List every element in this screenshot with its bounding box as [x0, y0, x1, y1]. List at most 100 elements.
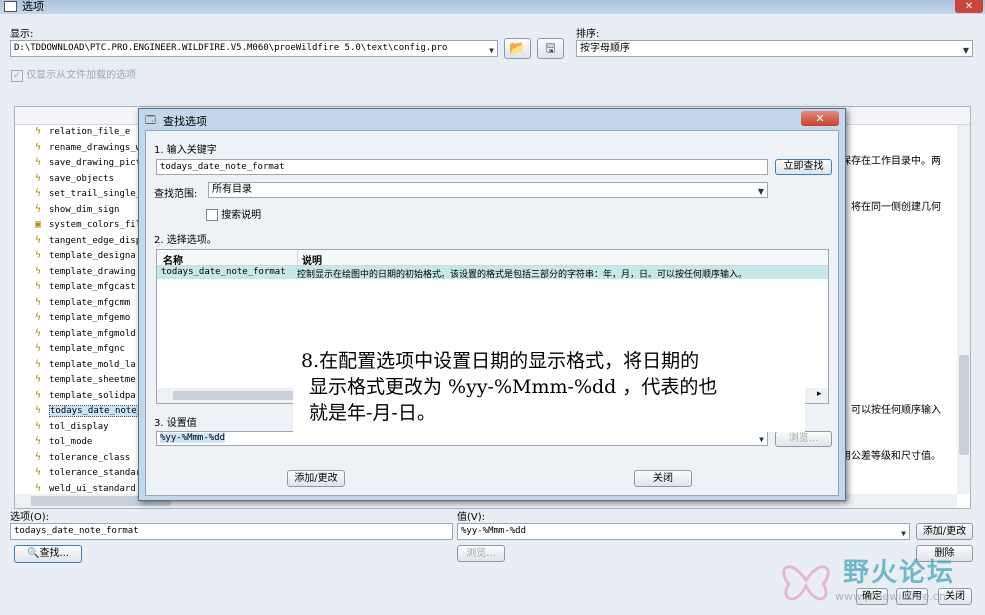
lightning-icon: ϟ [35, 312, 42, 323]
lightning-icon: ϟ [35, 250, 42, 261]
option-input-value: todays_date_note_format [14, 526, 139, 536]
lightning-icon: ϟ [35, 281, 42, 292]
find-options-dialog: 🗔 查找选项 ✕ 1. 输入关键字 todays_date_note_forma… [138, 108, 846, 501]
find-button-label: 查找... [39, 548, 69, 559]
save-icon: 🖫 [545, 41, 556, 55]
results-header: 名称 说明 [157, 250, 828, 267]
tree-item[interactable]: ϟ relation_file_e [35, 124, 130, 139]
scroll-right-icon[interactable]: ▸ [817, 389, 822, 399]
checkbox-checked-icon: ✓ [11, 70, 23, 82]
tree-item[interactable]: ϟ template_mfgmold [35, 326, 136, 341]
tree-item[interactable]: ϟ tol_mode [35, 434, 92, 449]
watermark-url: www.proewildfire.cn [835, 590, 946, 603]
lightning-icon: ϟ [35, 203, 42, 215]
dialog-close-button[interactable]: ✕ [801, 111, 839, 126]
folder-open-icon: 📂 [509, 41, 526, 56]
lightning-icon: ϟ [35, 467, 42, 478]
tree-item[interactable]: ϟ set_trail_single_ [35, 186, 141, 201]
tree-item-label: template_mfgnc [49, 344, 125, 354]
save-file-button[interactable]: 🖫 [537, 38, 564, 59]
tree-item[interactable]: ϟ tol_display [35, 419, 109, 434]
search-desc-checkbox[interactable]: 搜索说明 [206, 206, 261, 221]
lightning-icon: ϟ [35, 389, 42, 401]
lightning-icon: ϟ [35, 234, 42, 246]
chevron-down-icon: ▼ [489, 46, 494, 55]
sort-value: 按字母顺序 [580, 43, 630, 54]
tree-item[interactable]: ϟ template_drawing [35, 264, 136, 279]
tree-item[interactable]: ϟ todays_date_note_ [35, 403, 144, 418]
dialog-add-change-button[interactable]: 添加/更改 [287, 470, 345, 487]
close-window-button[interactable]: ✕ [955, 0, 983, 13]
tree-item-label: template_mfgcast [49, 282, 136, 292]
browse-button[interactable]: 浏览... [457, 545, 505, 562]
butterfly-logo-icon [782, 565, 830, 601]
tree-item[interactable]: ϟ tolerance_class [35, 450, 130, 465]
tree-item-label: tol_display [49, 421, 109, 432]
col-desc: 说明 [302, 256, 322, 267]
annotation-line-1: 8.在配置选项中设置日期的显示格式，将日期的 [301, 350, 700, 372]
tree-item[interactable]: ϟ template_mfgemo [35, 310, 130, 325]
option-label: 选项(O): [10, 512, 50, 523]
find-button[interactable]: 🔍查找... [14, 545, 82, 563]
lightning-icon: ϟ [35, 172, 42, 184]
chevron-down-icon: ▼ [962, 46, 969, 55]
tree-desc-3: 。可以按任何顺序输入 [841, 405, 941, 416]
value-input[interactable]: %yy-%Mmm-%dd ▼ [457, 523, 910, 540]
tree-item[interactable]: ▣ system_colors_fil [35, 217, 141, 232]
tree-item-label: template_mfgemo [49, 313, 131, 323]
tree-item[interactable]: ϟ template_mfgcmm [35, 295, 130, 310]
watermark: 野火论坛 www.proewildfire.cn [775, 550, 980, 610]
tree-item[interactable]: ϟ template_mfgcast [35, 279, 136, 294]
keyword-input[interactable]: todays_date_note_format [156, 159, 768, 175]
tree-item[interactable]: ϟ tangent_edge_disp [35, 233, 141, 248]
dialog-close-btn[interactable]: 关闭 [634, 470, 692, 487]
lightning-icon: ϟ [35, 141, 42, 153]
tree-item[interactable]: ϟ tolerance_standar [35, 465, 141, 480]
tree-item-label: template_solidpa [49, 390, 136, 401]
tree-item[interactable]: ϟ template_designa [35, 248, 136, 263]
tree-item[interactable]: ϟ template_mfgnc [35, 341, 125, 356]
only-loaded-label: 仅显示从文件加载的选项 [26, 70, 137, 81]
set-value-input[interactable]: %yy-%Mmm-%dd ▼ [156, 431, 768, 446]
open-file-button[interactable]: 📂 [504, 38, 531, 59]
tree-item[interactable]: ϟ save_drawing_pict [35, 155, 141, 170]
tree-item-label: template_drawing [49, 266, 136, 277]
step2-label: 2. 选择选项。 [154, 235, 217, 246]
dialog-browse-button[interactable]: 浏览... [775, 431, 832, 447]
checkbox-icon [206, 209, 218, 221]
tree-item-label: set_trail_single_ [49, 189, 142, 199]
scope-select[interactable]: 所有目录 ▼ [208, 182, 768, 198]
dialog-icon: 🗔 [145, 115, 156, 126]
tree-item[interactable]: ϟ template_mold_la [35, 357, 136, 372]
tree-item-label: tol_mode [49, 437, 93, 447]
chevron-down-icon: ▼ [757, 187, 764, 196]
tree-item[interactable]: ϟ save_objects [35, 171, 114, 186]
lightning-icon: ϟ [35, 157, 42, 168]
tree-item[interactable]: ϟ template_solidpa [35, 388, 136, 403]
dialog-title: 查找选项 [163, 115, 207, 128]
step1-label: 1. 输入关键字 [154, 145, 217, 156]
option-input[interactable]: todays_date_note_format [10, 523, 453, 540]
lightning-icon: ϟ [35, 436, 42, 447]
table-row[interactable]: todays_date_note_format 控制显示在绘图中的日期的初始格式… [157, 266, 828, 280]
tree-vscroll-thumb[interactable] [959, 355, 969, 455]
tree-item-label: tolerance_standar [49, 468, 142, 478]
config-path-select[interactable]: D:\TDDOWNLOAD\PTC.PRO.ENGINEER.WILDFIRE.… [10, 40, 498, 57]
only-loaded-checkbox[interactable]: ✓ 仅显示从文件加载的选项 [11, 66, 136, 82]
add-change-button[interactable]: 添加/更改 [916, 523, 973, 540]
tree-item[interactable]: ϟ show_dim_sign [35, 202, 119, 217]
tree-desc-2: ，将在同一侧创建几何 [841, 202, 941, 213]
dialog-body: 1. 输入关键字 todays_date_note_format 立即查找 查找… [145, 130, 839, 496]
tree-item-label: tolerance_class [49, 452, 131, 463]
find-now-button[interactable]: 立即查找 [775, 159, 832, 175]
watermark-text: 野火论坛 [843, 558, 956, 588]
tree-vscrollbar[interactable] [957, 125, 970, 494]
tree-item[interactable]: ϟ template_sheetme [35, 372, 136, 387]
show-label: 显示: [10, 29, 34, 40]
tree-item-label: show_dim_sign [49, 204, 120, 215]
sort-select[interactable]: 按字母顺序 ▼ [576, 40, 973, 57]
tree-item-label: template_mfgcmm [49, 297, 131, 308]
search-desc-label: 搜索说明 [221, 210, 262, 221]
tree-item[interactable]: ϟ rename_drawings_w [35, 140, 141, 155]
annotation-line-2: 显示格式更改为 %yy-%Mmm-%dd ，代表的也 [309, 376, 718, 398]
